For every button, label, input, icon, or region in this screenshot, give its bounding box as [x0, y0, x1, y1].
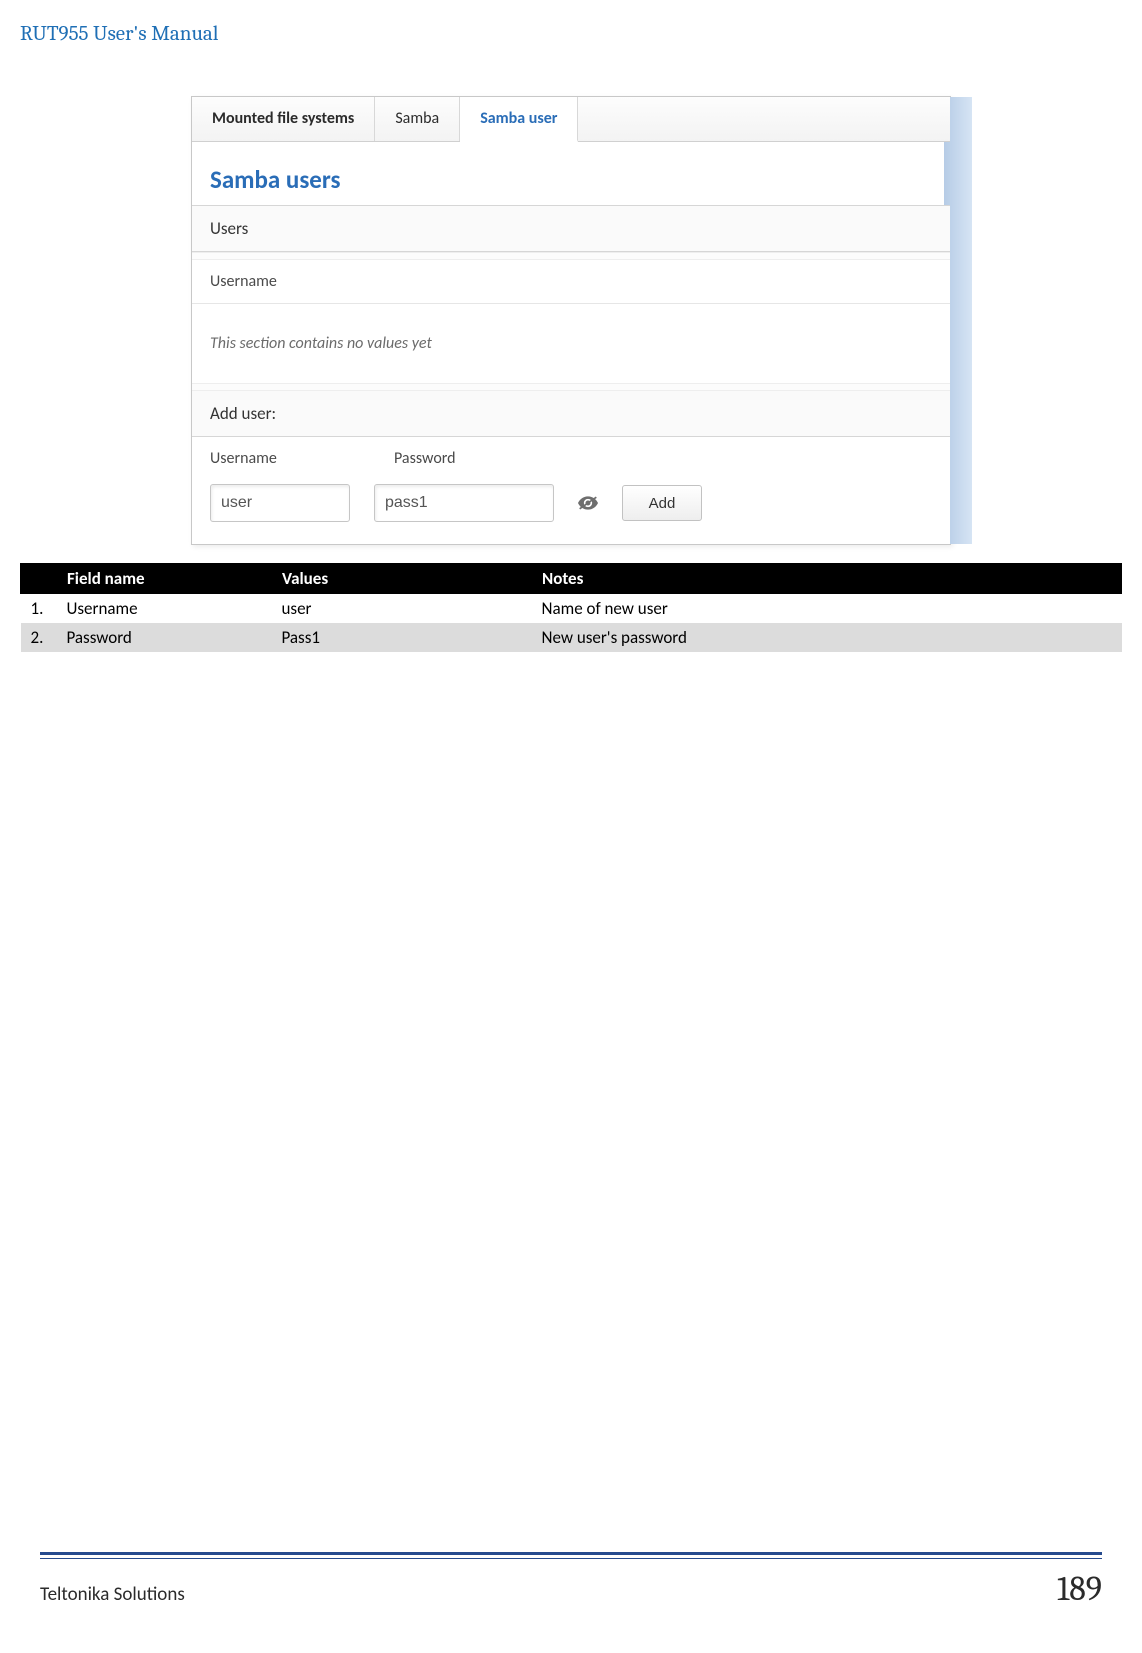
th-field-name: Field name — [57, 564, 272, 594]
cell-field: Username — [57, 594, 272, 624]
eye-icon[interactable] — [578, 496, 598, 510]
screenshot-wrapper: Mounted file systems Samba Samba user Sa… — [20, 96, 1122, 545]
table-row: 1. Username user Name of new user — [21, 594, 1122, 624]
tab-samba-user[interactable]: Samba user — [460, 97, 578, 142]
cell-note: Name of new user — [532, 594, 1122, 624]
username-label: Username — [210, 449, 360, 468]
tab-samba[interactable]: Samba — [375, 97, 460, 141]
username-subheader: Username — [192, 260, 950, 304]
add-user-input-row: Add — [192, 474, 950, 544]
users-section-header: Users — [192, 206, 950, 252]
th-index — [21, 564, 57, 594]
cell-value: user — [272, 594, 532, 624]
page-number: 189 — [1057, 1569, 1102, 1609]
cell-idx: 1. — [21, 594, 57, 624]
spacer — [192, 252, 950, 260]
password-label: Password — [394, 449, 554, 468]
footer-rule — [40, 1552, 1102, 1555]
add-user-header: Add user: — [192, 391, 950, 437]
field-reference-table: Field name Values Notes 1. Username user… — [20, 563, 1122, 652]
cell-idx: 2. — [21, 623, 57, 652]
page-footer: Teltonika Solutions 189 — [40, 1552, 1102, 1609]
tabs: Mounted file systems Samba Samba user — [192, 97, 950, 142]
add-button[interactable]: Add — [622, 485, 702, 521]
password-input[interactable] — [374, 484, 554, 522]
footer-company: Teltonika Solutions — [40, 1583, 185, 1606]
document-title: RUT955 User's Manual — [20, 22, 1122, 46]
table-row: 2. Password Pass1 New user's password — [21, 623, 1122, 652]
th-notes: Notes — [532, 564, 1122, 594]
cell-field: Password — [57, 623, 272, 652]
spacer — [192, 383, 950, 391]
cell-value: Pass1 — [272, 623, 532, 652]
no-values-text: This section contains no values yet — [192, 304, 950, 383]
tab-mounted-file-systems[interactable]: Mounted file systems — [192, 97, 375, 141]
username-input[interactable] — [210, 484, 350, 522]
th-values: Values — [272, 564, 532, 594]
footer-rule-thin — [40, 1558, 1102, 1559]
samba-user-screenshot: Mounted file systems Samba Samba user Sa… — [191, 96, 951, 545]
cell-note: New user's password — [532, 623, 1122, 652]
input-column-labels: Username Password — [192, 437, 950, 474]
page-title: Samba users — [192, 142, 950, 205]
